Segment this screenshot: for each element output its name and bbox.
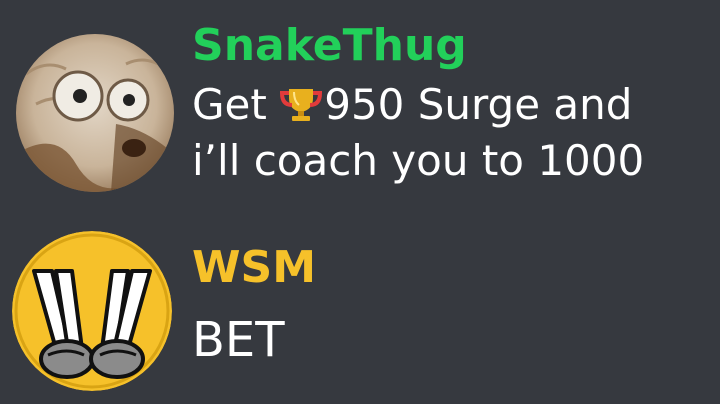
message-line: Get 950 Surge and — [192, 84, 644, 126]
message-content: BET — [192, 316, 285, 364]
username[interactable]: SnakeThug — [192, 24, 467, 68]
message-line: i’ll coach you to 1000 — [192, 136, 645, 185]
avatar[interactable] — [16, 34, 174, 192]
monster-face-avatar-icon — [16, 34, 174, 192]
chat-message: WSM BET — [0, 200, 720, 404]
message-content: Get 950 Surge and i’ll coach you to 1000 — [192, 84, 644, 182]
avatar[interactable] — [12, 231, 172, 391]
message-text: 950 Surge and — [324, 80, 633, 129]
message-line: BET — [192, 312, 285, 368]
peace-hands-w-logo-icon — [12, 231, 172, 391]
username[interactable]: WSM — [192, 246, 316, 290]
trophy-icon — [280, 85, 323, 123]
message-text: Get — [192, 80, 281, 129]
chat-message: SnakeThug Get 950 Surge and i’ll coach y… — [0, 0, 720, 200]
